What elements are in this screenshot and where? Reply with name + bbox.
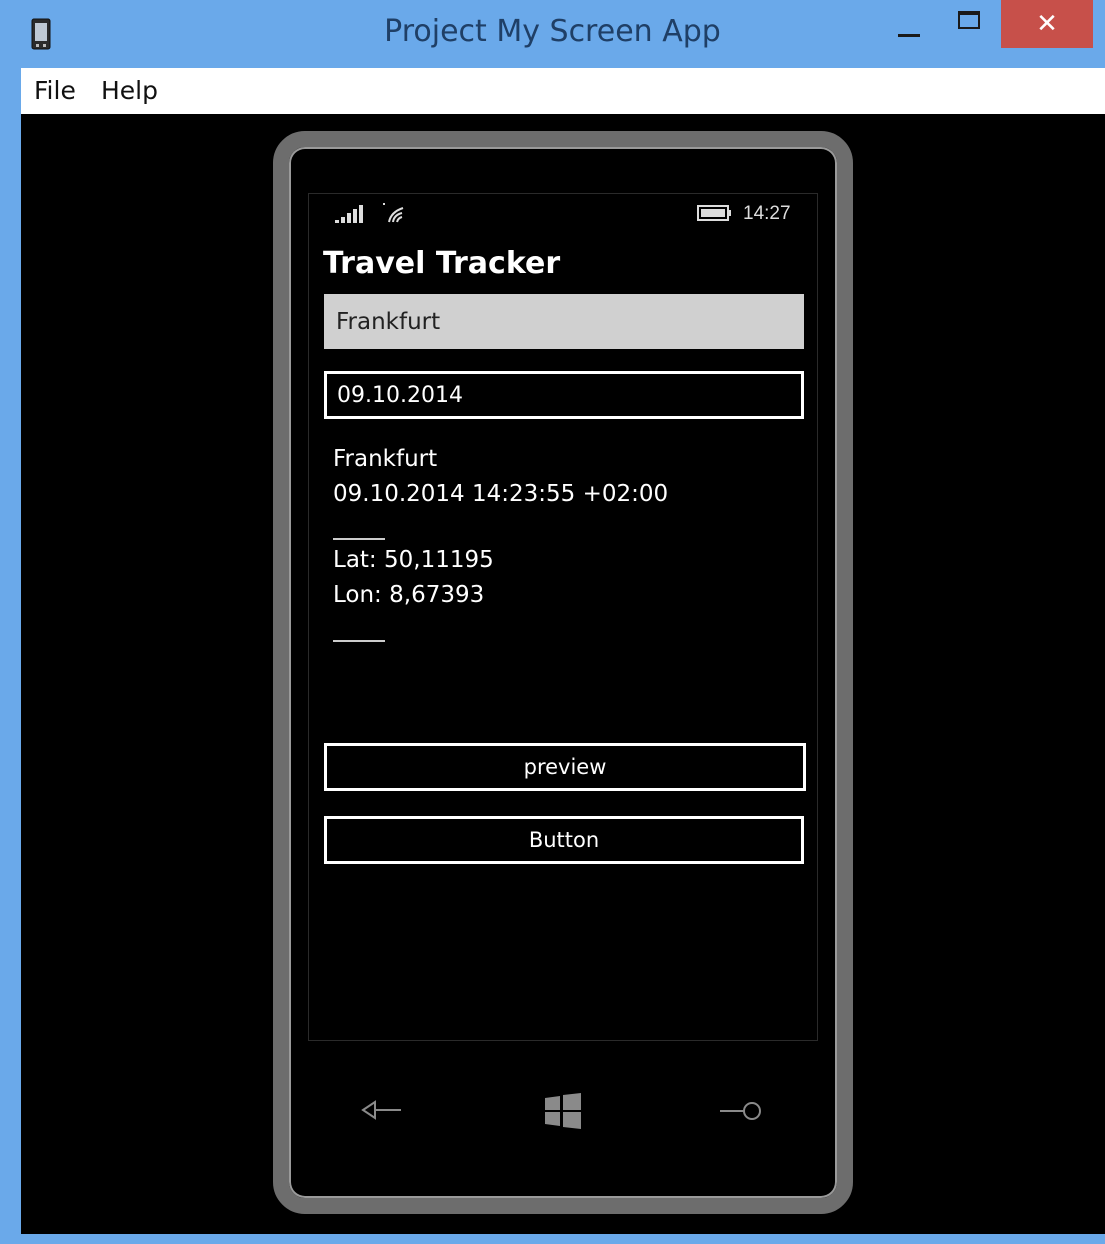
phone-screen: 14:27 Travel Tracker Frankfurt 09.10.201… (308, 193, 818, 1041)
menu-bar: File Help (21, 68, 1105, 114)
app-window: Project My Screen App ✕ File Help 14:27 … (0, 0, 1105, 1244)
divider (333, 640, 385, 642)
minimize-button[interactable] (884, 0, 934, 48)
app-title: Travel Tracker (323, 246, 561, 281)
status-clock: 14:27 (743, 203, 791, 224)
city-input[interactable] (324, 294, 804, 349)
preview-button[interactable]: preview (324, 743, 806, 791)
info-city: Frankfurt (333, 446, 438, 472)
search-icon[interactable] (718, 1098, 764, 1124)
window-title: Project My Screen App (384, 14, 721, 49)
maximize-button[interactable] (944, 0, 1000, 48)
windows-start-icon[interactable] (544, 1092, 582, 1130)
divider (333, 538, 385, 540)
date-input[interactable] (324, 371, 804, 419)
signal-strength-icon (335, 205, 363, 223)
back-icon[interactable] (361, 1097, 403, 1123)
battery-icon (697, 205, 731, 221)
window-left-border (0, 68, 21, 1244)
wifi-icon (383, 203, 404, 223)
menu-file[interactable]: File (34, 76, 76, 105)
status-bar: 14:27 (309, 194, 819, 234)
info-longitude: Lon: 8,67393 (333, 582, 485, 608)
title-bar[interactable]: Project My Screen App ✕ (0, 0, 1105, 68)
generic-button[interactable]: Button (324, 816, 804, 864)
close-button[interactable]: ✕ (1001, 0, 1093, 48)
window-bottom-border (21, 1234, 1105, 1244)
info-timestamp: 09.10.2014 14:23:55 +02:00 (333, 481, 669, 507)
menu-help[interactable]: Help (101, 76, 158, 105)
info-latitude: Lat: 50,11195 (333, 547, 494, 573)
